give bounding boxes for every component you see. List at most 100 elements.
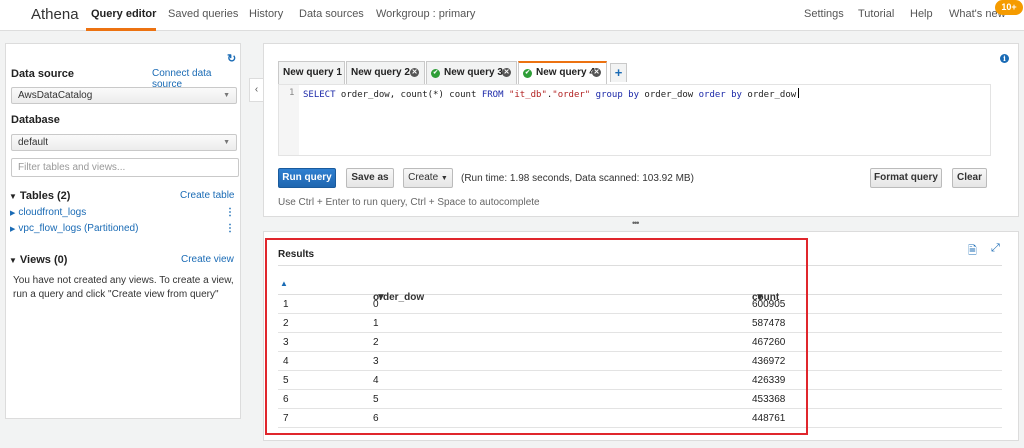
keyboard-hint: Use Ctrl + Enter to run query, Ctrl + Sp…	[278, 197, 540, 208]
data-source-value: AwsDataCatalog	[18, 90, 93, 101]
active-nav-indicator	[86, 28, 156, 31]
table-item-label: vpc_flow_logs (Partitioned)	[18, 223, 139, 234]
cell-order-dow: 3	[373, 356, 379, 367]
table-row: 1 0 600905	[278, 295, 1002, 314]
more-options-icon[interactable]: ⋮	[225, 207, 235, 218]
row-index: 6	[283, 394, 289, 405]
chevron-down-icon: ▼	[223, 139, 230, 146]
cell-order-dow: 1	[373, 318, 379, 329]
refresh-icon[interactable]: ↻	[227, 52, 236, 65]
sql-string: "it_db"	[508, 90, 547, 100]
results-title: Results	[278, 249, 315, 260]
sql-keyword: FROM	[481, 90, 504, 100]
resize-handle-icon[interactable]: •••	[632, 218, 640, 228]
tab-new-query-3[interactable]: ✔ New query 3 ✕	[426, 61, 517, 84]
sql-query-text[interactable]: SELECT order_dow, count(*) count FROM "i…	[303, 88, 800, 100]
plus-icon: +	[614, 65, 623, 80]
tab-new-query-2[interactable]: New query 2 ✕	[346, 61, 425, 84]
row-index: 2	[283, 318, 289, 329]
sql-editor[interactable]: 1 SELECT order_dow, count(*) count FROM …	[278, 84, 991, 156]
cell-order-dow: 0	[373, 299, 379, 310]
sql-string: "order"	[552, 90, 591, 100]
database-value: default	[18, 137, 49, 148]
data-source-label: Data source	[11, 68, 74, 80]
views-header[interactable]: ▼ Views (0)	[9, 254, 67, 266]
chevron-down-icon: ▼	[440, 175, 448, 182]
views-empty-text-line2: run a query and click "Create view from …	[13, 289, 219, 300]
tables-header-label: Tables (2)	[19, 190, 71, 202]
add-tab-button[interactable]: +	[610, 63, 627, 82]
sql-text: order_dow	[639, 90, 699, 100]
cell-order-dow: 6	[373, 413, 379, 424]
caret-down-icon: ▼	[9, 256, 17, 265]
download-csv-icon[interactable]: 🗎	[968, 242, 977, 261]
collapse-sidebar-button[interactable]: ‹	[249, 78, 263, 102]
caret-right-icon: ▶	[10, 210, 16, 217]
table-row: 3 2 467260	[278, 333, 1002, 352]
cell-count: 448761	[752, 413, 786, 424]
cell-count: 467260	[752, 337, 786, 348]
row-index: 1	[283, 299, 289, 310]
row-index: 7	[283, 413, 289, 424]
caret-down-icon: ▼	[9, 192, 17, 201]
close-tab-icon[interactable]: ✕	[592, 68, 601, 77]
nav-tutorial[interactable]: Tutorial	[858, 8, 894, 20]
table-item[interactable]: ▶ vpc_flow_logs (Partitioned)	[10, 223, 138, 234]
nav-data-sources[interactable]: Data sources	[299, 8, 364, 20]
nav-query-editor[interactable]: Query editor	[91, 8, 156, 20]
notification-badge: 10+	[995, 0, 1023, 15]
row-index: 3	[283, 337, 289, 348]
run-query-button[interactable]: Run query	[278, 168, 336, 188]
table-row: 7 6 448761	[278, 409, 1002, 428]
close-tab-icon[interactable]: ✕	[410, 68, 419, 77]
check-icon: ✔	[431, 69, 440, 78]
clear-button[interactable]: Clear	[952, 168, 987, 188]
create-table-link[interactable]: Create table	[180, 190, 234, 201]
filter-tables-input[interactable]	[11, 158, 239, 177]
results-header-row: ▲ order_dow ▼ count ▼	[278, 265, 1002, 303]
table-item[interactable]: ▶ cloudfront_logs	[10, 207, 86, 218]
info-icon[interactable]: i	[1000, 54, 1009, 63]
nav-help[interactable]: Help	[910, 8, 933, 20]
nav-workgroup[interactable]: Workgroup : primary	[376, 8, 475, 20]
more-options-icon[interactable]: ⋮	[225, 223, 235, 234]
sidebar: ↻ Data source Connect data source AwsDat…	[5, 43, 241, 419]
tab-label: New query 4	[536, 67, 595, 78]
run-stats: (Run time: 1.98 seconds, Data scanned: 1…	[461, 173, 694, 184]
tab-label: New query 3	[444, 67, 503, 78]
tab-label: New query 1	[283, 67, 342, 78]
app-title[interactable]: Athena	[31, 6, 79, 23]
tab-new-query-4[interactable]: ✔ New query 4 ✕	[518, 61, 607, 85]
row-index: 5	[283, 375, 289, 386]
database-label: Database	[11, 114, 60, 126]
query-editor-panel: New query 1 New query 2 ✕ ✔ New query 3 ✕…	[263, 43, 1019, 217]
create-button-label: Create	[408, 172, 439, 183]
nav-saved-queries[interactable]: Saved queries	[168, 8, 238, 20]
nav-settings[interactable]: Settings	[804, 8, 844, 20]
check-icon: ✔	[523, 69, 532, 78]
close-tab-icon[interactable]: ✕	[502, 68, 511, 77]
expand-icon[interactable]: ⤢	[991, 242, 1000, 255]
tab-new-query-1[interactable]: New query 1	[278, 61, 345, 84]
database-select[interactable]: default ▼	[11, 134, 237, 151]
chevron-down-icon: ▼	[223, 92, 230, 99]
data-source-select[interactable]: AwsDataCatalog ▼	[11, 87, 237, 104]
sort-ascending-icon[interactable]: ▲	[280, 279, 288, 288]
row-index: 4	[283, 356, 289, 367]
tables-header[interactable]: ▼ Tables (2)	[9, 190, 70, 202]
sql-keyword: group by	[595, 90, 640, 100]
cell-order-dow: 4	[373, 375, 379, 386]
save-as-button[interactable]: Save as	[346, 168, 394, 188]
top-navigation: Athena Query editor Saved queries Histor…	[0, 0, 1024, 31]
sql-keyword: order by	[698, 90, 742, 100]
nav-history[interactable]: History	[249, 8, 283, 20]
table-item-label: cloudfront_logs	[18, 207, 87, 218]
create-view-link[interactable]: Create view	[181, 254, 234, 265]
create-dropdown-button[interactable]: Create ▼	[403, 168, 453, 188]
format-query-button[interactable]: Format query	[870, 168, 942, 188]
table-row: 4 3 436972	[278, 352, 1002, 371]
table-row: 2 1 587478	[278, 314, 1002, 333]
line-number: 1	[289, 88, 295, 98]
tab-label: New query 2	[351, 67, 410, 78]
views-header-label: Views (0)	[19, 254, 68, 266]
